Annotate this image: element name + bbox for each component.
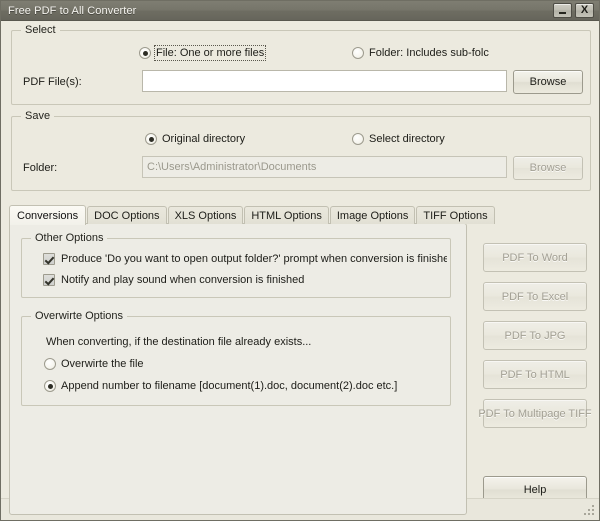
folder-input[interactable]: [142, 156, 507, 178]
pdf-to-excel-button[interactable]: PDF To Excel: [483, 282, 587, 311]
pdf-to-excel-label: PDF To Excel: [502, 291, 568, 303]
tab-xls-options-label: XLS Options: [175, 210, 237, 222]
other-options-group: Other Options Produce 'Do you want to op…: [21, 238, 451, 298]
title-bar: Free PDF to All Converter X: [1, 1, 599, 21]
tab-tiff-options[interactable]: TIFF Options: [416, 206, 494, 224]
tab-doc-options[interactable]: DOC Options: [87, 206, 166, 224]
overwrite-options-legend: Overwirte Options: [31, 310, 127, 322]
pdf-files-input[interactable]: [142, 70, 507, 92]
save-browse-label: Browse: [530, 162, 567, 174]
checkbox-produce-prompt-icon: [43, 253, 55, 265]
checkbox-notify-sound-icon: [43, 274, 55, 286]
pdf-to-html-label: PDF To HTML: [500, 369, 569, 381]
select-group-legend: Select: [21, 24, 60, 36]
select-browse-button[interactable]: Browse: [513, 70, 583, 94]
save-group: Save Original directory Select directory…: [11, 116, 591, 191]
pdf-to-jpg-label: PDF To JPG: [505, 330, 566, 342]
pdf-to-multipage-tiff-label: PDF To Multipage TIFF: [478, 408, 591, 420]
save-browse-button[interactable]: Browse: [513, 156, 583, 180]
window-title: Free PDF to All Converter: [8, 5, 553, 17]
radio-select-label: Select directory: [369, 133, 445, 145]
window-controls: X: [553, 3, 597, 18]
checkbox-produce-prompt-label: Produce 'Do you want to open output fold…: [61, 253, 447, 265]
radio-folder-icon: [352, 47, 364, 59]
radio-file-label: File: One or more files: [156, 47, 264, 59]
pdf-files-label: PDF File(s):: [23, 76, 82, 88]
radio-select-directory[interactable]: Select directory: [352, 133, 445, 145]
pdf-to-word-label: PDF To Word: [502, 252, 568, 264]
checkbox-produce-prompt[interactable]: Produce 'Do you want to open output fold…: [43, 253, 447, 265]
application-window: Free PDF to All Converter X Select File:…: [0, 0, 600, 521]
folder-label: Folder:: [23, 162, 57, 174]
help-button-label: Help: [524, 484, 547, 496]
save-group-legend: Save: [21, 110, 54, 122]
radio-file-one-or-more[interactable]: File: One or more files: [139, 47, 264, 59]
radio-append-number-icon: [44, 380, 56, 392]
radio-original-directory[interactable]: Original directory: [145, 133, 245, 145]
tab-conversions[interactable]: Conversions: [9, 205, 86, 225]
radio-original-label: Original directory: [162, 133, 245, 145]
pdf-to-html-button[interactable]: PDF To HTML: [483, 360, 587, 389]
tab-html-options[interactable]: HTML Options: [244, 206, 329, 224]
resize-grip-icon[interactable]: [584, 505, 596, 517]
tab-image-options[interactable]: Image Options: [330, 206, 416, 224]
pdf-to-multipage-tiff-button[interactable]: PDF To Multipage TIFF: [483, 399, 587, 428]
tab-html-options-label: HTML Options: [251, 210, 322, 222]
radio-append-number[interactable]: Append number to filename [document(1).d…: [44, 380, 397, 392]
radio-file-icon: [139, 47, 151, 59]
checkbox-notify-sound-label: Notify and play sound when conversion is…: [61, 274, 304, 286]
tab-image-options-label: Image Options: [337, 210, 409, 222]
tab-strip: Conversions DOC Options XLS Options HTML…: [9, 204, 496, 224]
minimize-icon: [559, 12, 566, 14]
radio-overwrite-file-icon: [44, 358, 56, 370]
radio-folder-includes-sub[interactable]: Folder: Includes sub-folc: [352, 47, 489, 59]
overwrite-options-group: Overwirte Options When converting, if th…: [21, 316, 451, 406]
overwrite-description: When converting, if the destination file…: [46, 336, 311, 348]
close-button[interactable]: X: [575, 3, 594, 18]
radio-overwrite-file[interactable]: Overwirte the file: [44, 358, 144, 370]
radio-append-number-label: Append number to filename [document(1).d…: [61, 380, 397, 392]
tab-panel-conversions: Other Options Produce 'Do you want to op…: [9, 223, 467, 515]
pdf-to-word-button[interactable]: PDF To Word: [483, 243, 587, 272]
select-browse-label: Browse: [530, 76, 567, 88]
client-area: Select File: One or more files Folder: I…: [1, 21, 599, 520]
tab-xls-options[interactable]: XLS Options: [168, 206, 244, 224]
close-icon: X: [581, 5, 588, 16]
radio-overwrite-file-label: Overwirte the file: [61, 358, 144, 370]
tab-conversions-label: Conversions: [17, 210, 78, 222]
other-options-legend: Other Options: [31, 232, 107, 244]
tab-tiff-options-label: TIFF Options: [423, 210, 487, 222]
pdf-to-jpg-button[interactable]: PDF To JPG: [483, 321, 587, 350]
radio-select-icon: [352, 133, 364, 145]
radio-original-icon: [145, 133, 157, 145]
radio-folder-label: Folder: Includes sub-folc: [369, 47, 489, 59]
minimize-button[interactable]: [553, 3, 572, 18]
checkbox-notify-sound[interactable]: Notify and play sound when conversion is…: [43, 274, 447, 286]
select-group: Select File: One or more files Folder: I…: [11, 30, 591, 105]
options-tab-control: Conversions DOC Options XLS Options HTML…: [9, 204, 467, 515]
tab-doc-options-label: DOC Options: [94, 210, 159, 222]
